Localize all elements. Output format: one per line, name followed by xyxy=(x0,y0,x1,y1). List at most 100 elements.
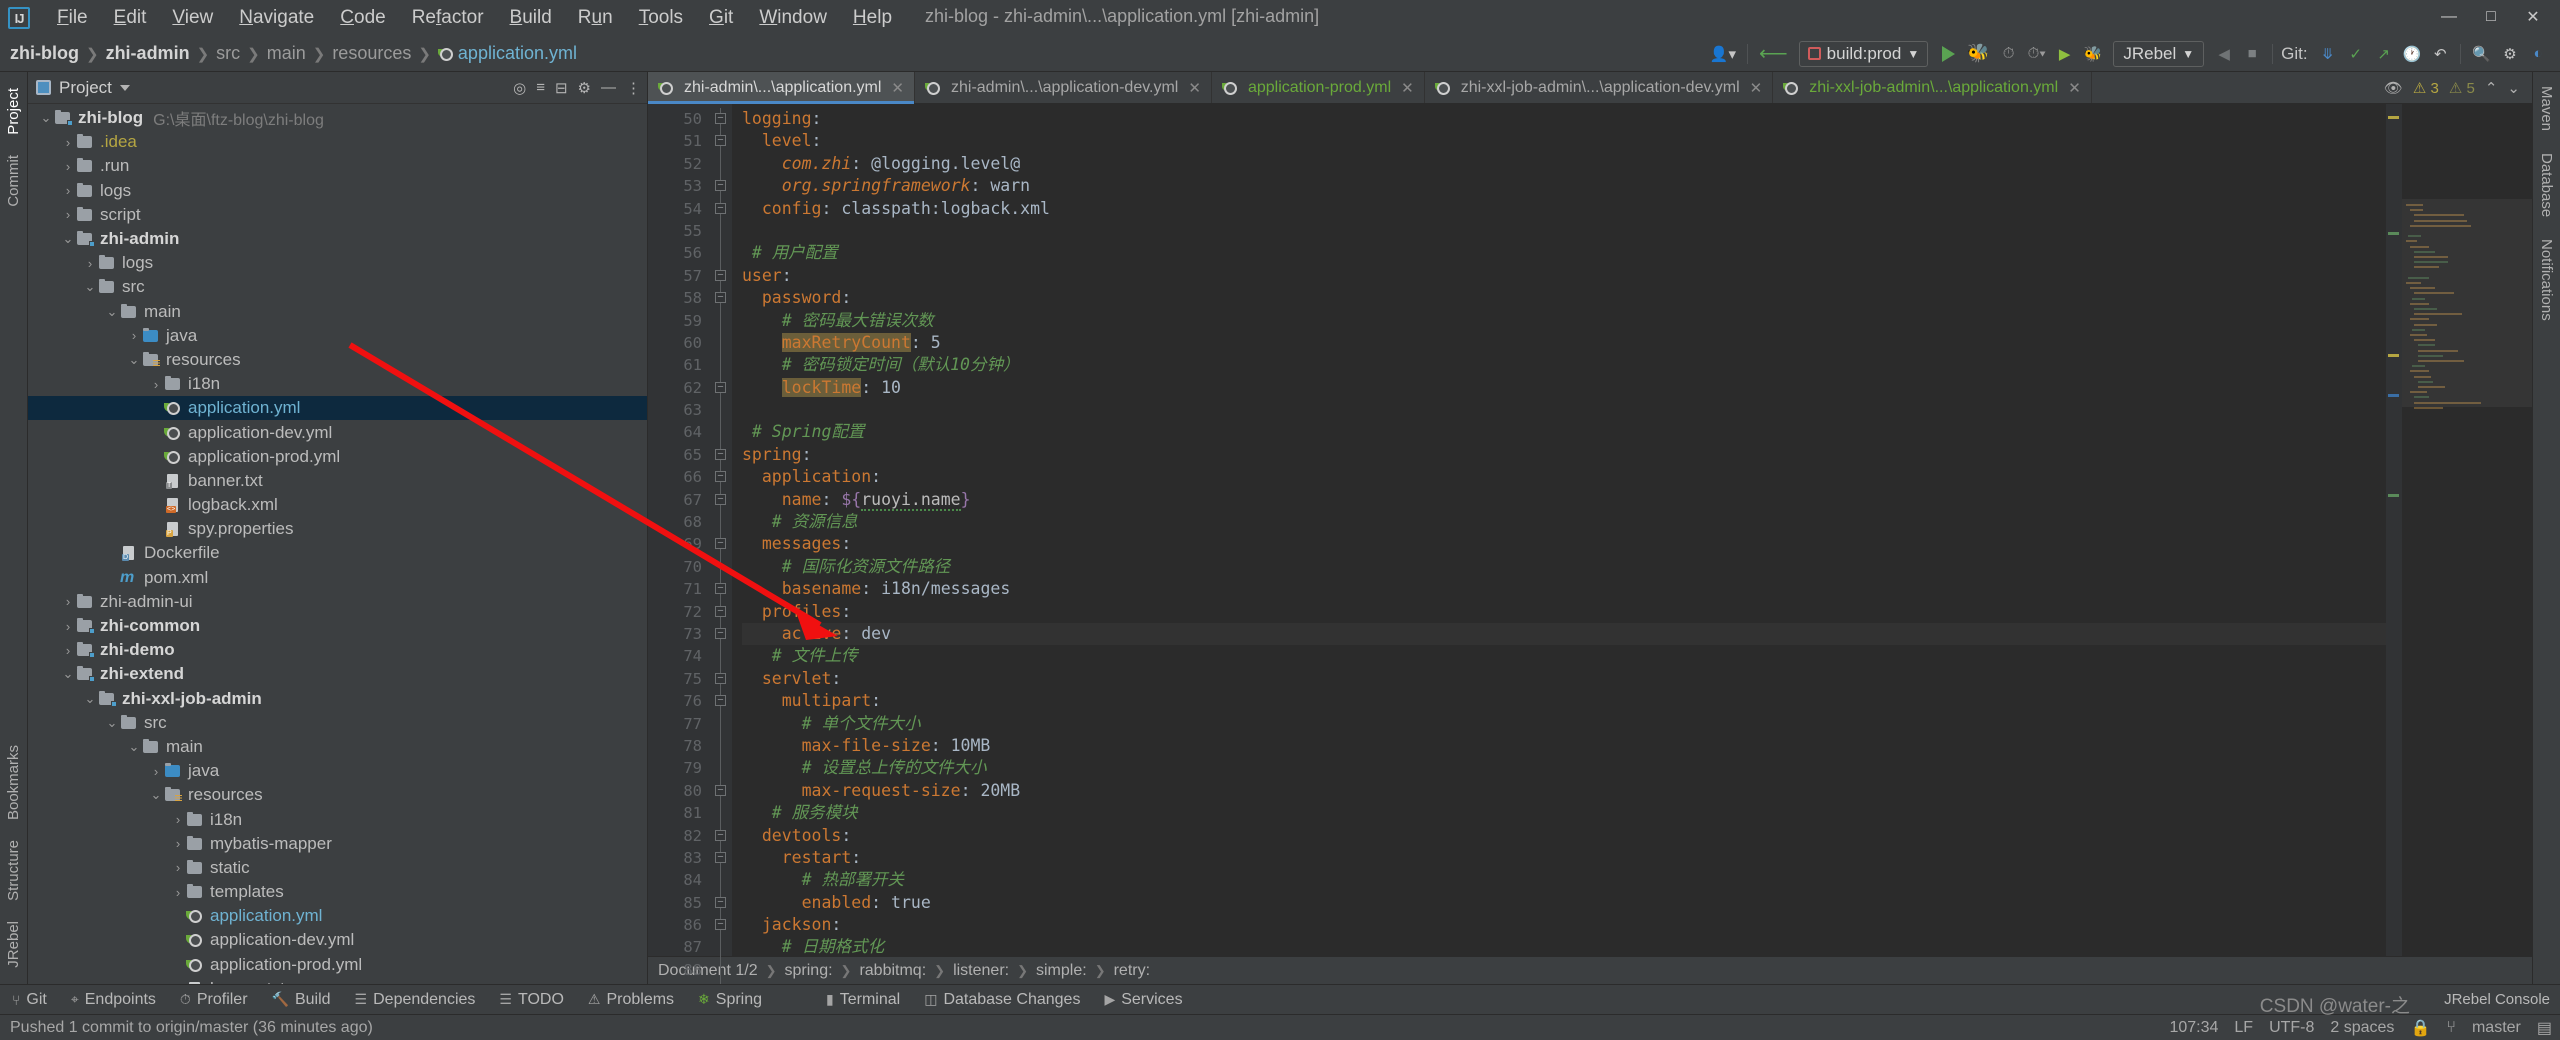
caret-position[interactable]: 107:34 xyxy=(2169,1019,2218,1037)
line-number[interactable]: 84 xyxy=(648,869,710,891)
code-line[interactable]: # 密码锁定时间（默认10分钟） xyxy=(742,354,2386,376)
chevron-right-icon[interactable]: › xyxy=(60,643,76,658)
file-encoding[interactable]: UTF-8 xyxy=(2269,1019,2314,1037)
breadcrumb-item-main[interactable]: main xyxy=(267,43,306,64)
tree-node-zhi-xxl-job-admin[interactable]: ⌄ zhi-xxl-job-admin xyxy=(28,687,647,711)
tree-node-resources[interactable]: ⌄ resources xyxy=(28,783,647,807)
line-number[interactable]: 60 xyxy=(648,332,710,354)
code-line[interactable] xyxy=(742,399,2386,421)
menu-file[interactable]: File xyxy=(44,5,101,31)
tree-node-spy-properties[interactable]: Pspy.properties xyxy=(28,517,647,541)
rail-item-maven[interactable]: Maven xyxy=(2538,86,2555,131)
tool-window-profiler[interactable]: ⏱ Profiler xyxy=(168,991,260,1009)
tree-node-logback-xml[interactable]: <> logback.xml xyxy=(28,493,647,517)
jrebel-console-label[interactable]: JRebel Console xyxy=(2444,991,2550,1008)
close-tab-icon[interactable]: ✕ xyxy=(1750,79,1763,97)
code-line[interactable]: active: dev xyxy=(742,622,2386,646)
menu-run[interactable]: Run xyxy=(565,5,626,31)
menu-navigate[interactable]: Navigate xyxy=(226,5,327,31)
rail-item-structure[interactable]: Structure xyxy=(5,840,22,901)
line-number[interactable]: 58 xyxy=(648,287,710,309)
settings-gear-icon[interactable]: ⚙ xyxy=(2496,39,2524,69)
tree-node-static[interactable]: › static xyxy=(28,856,647,880)
memory-indicator-icon[interactable]: ▤ xyxy=(2537,1018,2552,1038)
fold-end-icon[interactable]: − xyxy=(715,202,726,214)
fold-collapse-icon[interactable]: − xyxy=(715,919,726,931)
code-line[interactable]: messages: xyxy=(742,533,2386,555)
line-number[interactable]: 56 xyxy=(648,242,710,264)
tree-node-main[interactable]: ⌄ main xyxy=(28,300,647,324)
menu-git[interactable]: Git xyxy=(696,5,746,31)
locate-icon[interactable]: ◎ xyxy=(513,79,526,97)
code-line[interactable]: com.zhi: @logging.level@ xyxy=(742,153,2386,175)
rail-item-project[interactable]: Project xyxy=(5,88,22,135)
code-line[interactable]: lockTime: 10 xyxy=(742,377,2386,399)
code-line[interactable]: # Spring配置 xyxy=(742,421,2386,443)
tree-node-application-prod-yml[interactable]: application-prod.yml xyxy=(28,445,647,469)
code-line[interactable]: max-request-size: 20MB xyxy=(742,780,2386,802)
menu-edit[interactable]: Edit xyxy=(101,5,160,31)
tree-node-banner-txt[interactable]: Tbanner.txt xyxy=(28,977,647,984)
tool-window-services[interactable]: ▶ Services xyxy=(1092,991,1194,1009)
menu-help[interactable]: Help xyxy=(840,5,905,31)
line-separator[interactable]: LF xyxy=(2234,1019,2253,1037)
menu-code[interactable]: Code xyxy=(327,5,398,31)
tree-node-application-yml[interactable]: application.yml xyxy=(28,396,647,421)
chevron-right-icon[interactable]: › xyxy=(170,836,186,851)
tree-node-resources[interactable]: ⌄ resources xyxy=(28,348,647,372)
fold-end-icon[interactable]: − xyxy=(715,896,726,908)
breadcrumb-item-resources[interactable]: resources xyxy=(332,43,411,64)
code-line[interactable]: # 设置总上传的文件大小 xyxy=(742,757,2386,779)
tool-window-spring[interactable]: ❄ Spring xyxy=(686,991,774,1009)
fold-collapse-icon[interactable]: − xyxy=(715,292,726,304)
line-number[interactable]: 75 xyxy=(648,668,710,690)
line-number[interactable]: 83 xyxy=(648,847,710,869)
line-number[interactable]: 78 xyxy=(648,735,710,757)
tree-node-i18n[interactable]: › i18n xyxy=(28,372,647,396)
history-icon[interactable]: 🕐 xyxy=(2398,39,2427,69)
breadcrumb-item-project[interactable]: zhi-blog xyxy=(10,43,79,64)
code-line[interactable]: restart: xyxy=(742,847,2386,869)
tree-node--idea[interactable]: › .idea xyxy=(28,130,647,154)
chevron-down-icon[interactable]: ⌄ xyxy=(82,279,98,295)
line-number[interactable]: 69 xyxy=(648,533,710,555)
tree-node-zhi-common[interactable]: › zhi-common xyxy=(28,614,647,638)
jrebel-run-icon[interactable]: ▶ xyxy=(2051,39,2079,69)
doc-crumb-retry[interactable]: retry: xyxy=(1114,962,1150,980)
jrebel-debug-icon[interactable]: 🐝 xyxy=(2079,39,2108,69)
code-line[interactable]: logging: xyxy=(742,108,2386,130)
hide-icon[interactable]: — xyxy=(601,79,616,96)
rail-item-commit[interactable]: Commit xyxy=(5,155,22,207)
code-line[interactable]: password: xyxy=(742,287,2386,309)
rail-item-jrebel[interactable]: JRebel xyxy=(5,921,22,968)
chevron-right-icon[interactable]: › xyxy=(60,619,76,634)
close-icon[interactable]: ✕ xyxy=(2512,4,2554,30)
line-number[interactable]: 64 xyxy=(648,421,710,443)
chevron-right-icon[interactable]: › xyxy=(126,328,142,343)
lock-icon[interactable]: 🔒 xyxy=(2410,1018,2430,1038)
git-update-icon[interactable]: ⤋ xyxy=(2314,39,2342,69)
line-number[interactable]: 62 xyxy=(648,377,710,399)
chevron-right-icon[interactable]: › xyxy=(60,594,76,609)
line-number[interactable]: 55 xyxy=(648,220,710,242)
warning-marker[interactable] xyxy=(2388,354,2399,357)
chevron-down-icon[interactable]: ⌄ xyxy=(2507,79,2520,97)
doc-crumb-spring[interactable]: spring: xyxy=(785,962,833,980)
line-number[interactable]: 74 xyxy=(648,645,710,667)
maximize-icon[interactable]: □ xyxy=(2470,4,2512,30)
fold-collapse-icon[interactable]: − xyxy=(715,448,726,460)
line-number[interactable]: 85 xyxy=(648,892,710,914)
line-number-gutter[interactable]: 50 51 52 53 54 55 56 57 58 59 60 61 62 63 64 65 66 67 68 69… xyxy=(648,104,710,1001)
code-line[interactable]: name: ${ruoyi.name} xyxy=(742,489,2386,511)
chevron-right-icon[interactable]: › xyxy=(60,183,76,198)
rail-item-notifications[interactable]: Notifications xyxy=(2538,239,2555,321)
git-push-icon[interactable]: ↗ xyxy=(2370,39,2398,69)
chevron-down-icon[interactable]: ⌄ xyxy=(38,110,54,126)
chevron-right-icon[interactable]: › xyxy=(170,860,186,875)
menu-tools[interactable]: Tools xyxy=(626,5,696,31)
line-number[interactable]: 66 xyxy=(648,466,710,488)
tree-node-dockerfile[interactable]: D Dockerfile xyxy=(28,541,647,565)
code-line[interactable]: level: xyxy=(742,130,2386,152)
tree-node-zhi-blog[interactable]: ⌄ zhi-blog G:\桌面\ftz-blog\zhi-blog xyxy=(28,106,647,130)
collapse-all-icon[interactable]: ⊟ xyxy=(555,79,568,97)
